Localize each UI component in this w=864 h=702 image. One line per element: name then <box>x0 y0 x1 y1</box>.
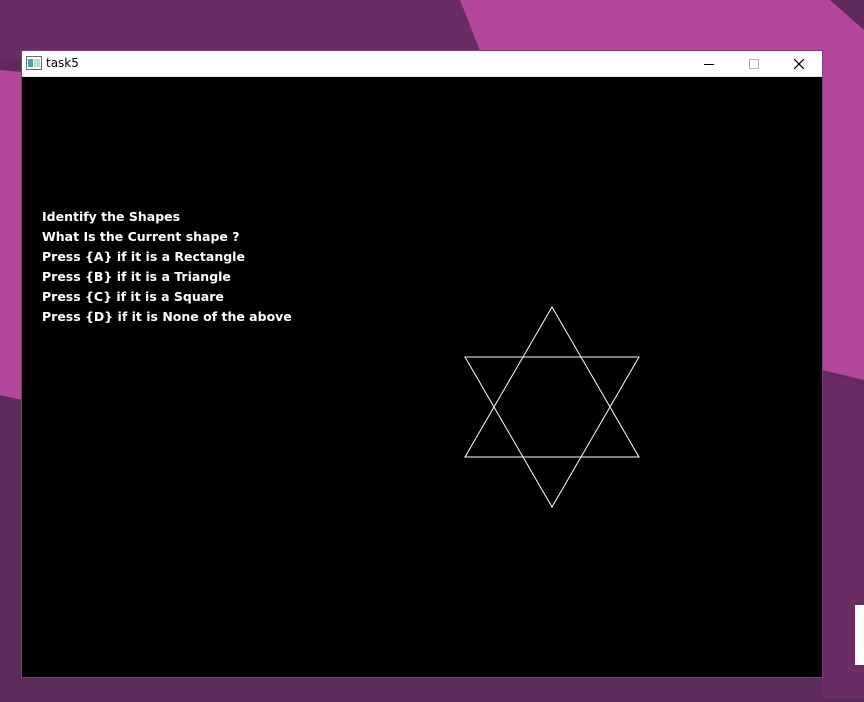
star-shape <box>464 306 640 508</box>
minimize-icon <box>703 63 714 65</box>
maximize-button[interactable] <box>731 51 776 76</box>
window-title: task5 <box>46 56 79 70</box>
maximize-icon <box>748 58 759 69</box>
downward-triangle <box>464 356 640 508</box>
app-icon <box>26 56 42 70</box>
upward-triangle <box>464 306 640 458</box>
app-window: task5 Identify the Shapes What Is the Cu… <box>22 51 822 677</box>
render-canvas[interactable]: Identify the Shapes What Is the Current … <box>22 77 822 677</box>
minimize-button[interactable] <box>686 51 731 76</box>
close-icon <box>793 58 804 69</box>
close-button[interactable] <box>776 51 821 76</box>
title-bar[interactable]: task5 <box>22 51 822 77</box>
